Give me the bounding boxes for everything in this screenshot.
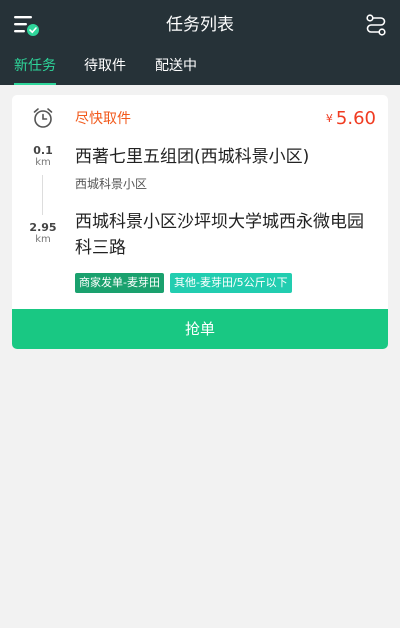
- tab-pending-pickup[interactable]: 待取件: [84, 56, 126, 76]
- tag-merchant-order: 商家发单-麦芽田: [75, 273, 164, 293]
- pickup-address: 西著七里五组团(西城科景小区): [75, 147, 310, 167]
- dropoff-address: 西城科景小区沙坪坝大学城西永微电园科三路: [75, 212, 364, 258]
- urgency-label: 尽快取件: [75, 111, 131, 127]
- route-connector: [42, 175, 43, 215]
- tab-new-tasks[interactable]: 新任务: [14, 56, 56, 76]
- dropoff-distance-unit: km: [35, 234, 51, 245]
- task-price: ¥5.60: [326, 107, 376, 131]
- price-amount: 5.60: [335, 108, 376, 129]
- tag-other-weight: 其他-麦芽田/5公斤以下: [170, 273, 292, 293]
- pickup-distance: 0.1 km: [23, 145, 63, 169]
- pickup-distance-unit: km: [35, 157, 51, 168]
- pickup-distance-value: 0.1: [33, 144, 53, 157]
- alarm-clock-icon: [32, 107, 54, 129]
- pickup-subaddress: 西城科景小区: [75, 177, 148, 191]
- dropoff-distance-value: 2.95: [29, 221, 57, 234]
- currency-symbol: ¥: [325, 112, 333, 125]
- tab-delivering[interactable]: 配送中: [155, 56, 197, 76]
- grab-order-button[interactable]: 抢单: [12, 309, 388, 349]
- active-tab-indicator: [14, 83, 56, 85]
- task-card: 尽快取件 ¥5.60 0.1 km 2.95 km 西著七里五组团(西城科景小区…: [12, 95, 388, 349]
- page-title: 任务列表: [166, 15, 234, 35]
- tab-bar: 新任务 待取件 配送中: [0, 52, 400, 85]
- route-icon[interactable]: [364, 13, 388, 37]
- top-bar: 任务列表 新任务 待取件 配送中: [0, 0, 400, 85]
- dropoff-distance: 2.95 km: [23, 222, 63, 246]
